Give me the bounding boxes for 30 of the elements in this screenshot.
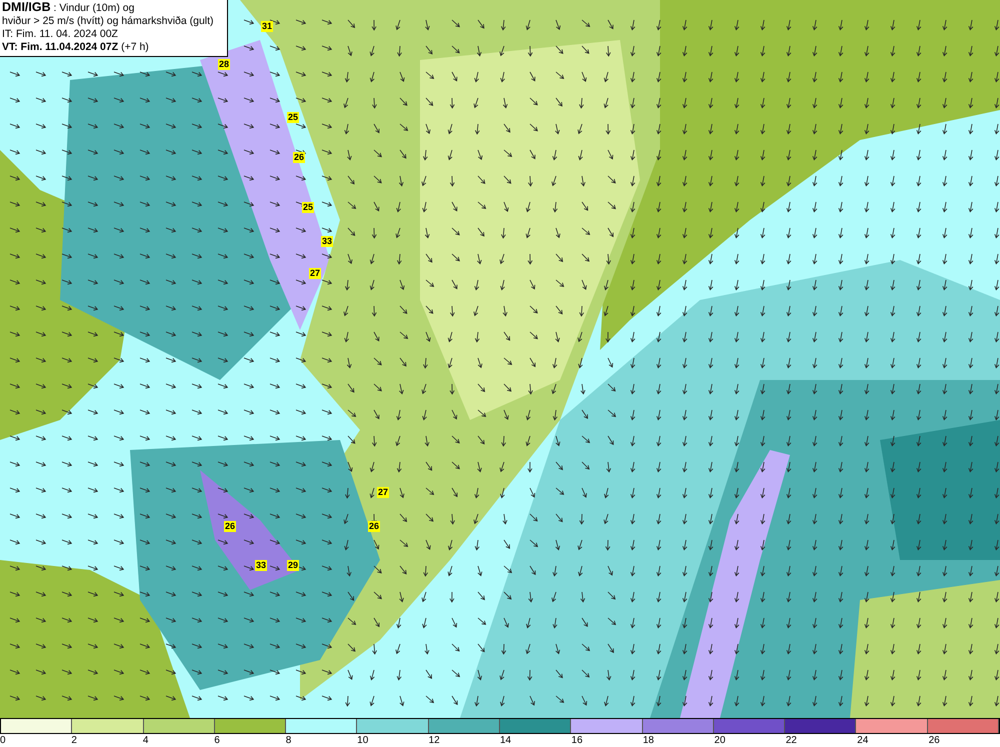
gust-label: 29 — [287, 560, 300, 571]
gust-label: 26 — [224, 521, 236, 532]
gust-label: 33 — [321, 236, 334, 247]
gust-label: 25 — [287, 112, 300, 123]
scale-tick-label: 4 — [142, 734, 148, 747]
scale-tick-label: 0 — [0, 734, 6, 747]
scale-tick-label: 12 — [428, 734, 440, 747]
issue-time: IT: Fim. 11. 04. 2024 00Z — [2, 28, 119, 41]
scale-tick-label: 22 — [786, 734, 797, 747]
scale-tick-label: 24 — [857, 734, 868, 747]
scale-tick-label: 8 — [286, 734, 292, 747]
scale-tick-label: 10 — [357, 734, 368, 747]
gust-label: 26 — [293, 152, 306, 163]
scale-tick-label: 16 — [571, 734, 583, 747]
map-title: DMI/IGB : Vindur (10m) og — [2, 1, 136, 15]
scale-tick-label: 26 — [928, 734, 940, 747]
scale-tick-label: 18 — [642, 734, 654, 747]
scale-tick-label: 6 — [214, 734, 220, 747]
scale-tick-label: 2 — [71, 734, 77, 747]
gust-label: 27 — [309, 268, 322, 279]
gust-label: 27 — [377, 487, 390, 498]
gust-label: 33 — [255, 560, 268, 571]
scale-tick-label: 14 — [500, 734, 512, 747]
valid-time: VT: Fim. 11.04.2024 07Z (+7 h) — [2, 41, 150, 54]
gust-label: 25 — [302, 202, 314, 213]
map-subtitle: hviður > 25 m/s (hvítt) og hámarkshviða (gult) — [2, 15, 215, 28]
gust-label: 28 — [218, 59, 230, 70]
gust-label: 31 — [261, 21, 274, 32]
gust-label: 26 — [368, 521, 380, 532]
scale-tick-label: 20 — [714, 734, 726, 747]
